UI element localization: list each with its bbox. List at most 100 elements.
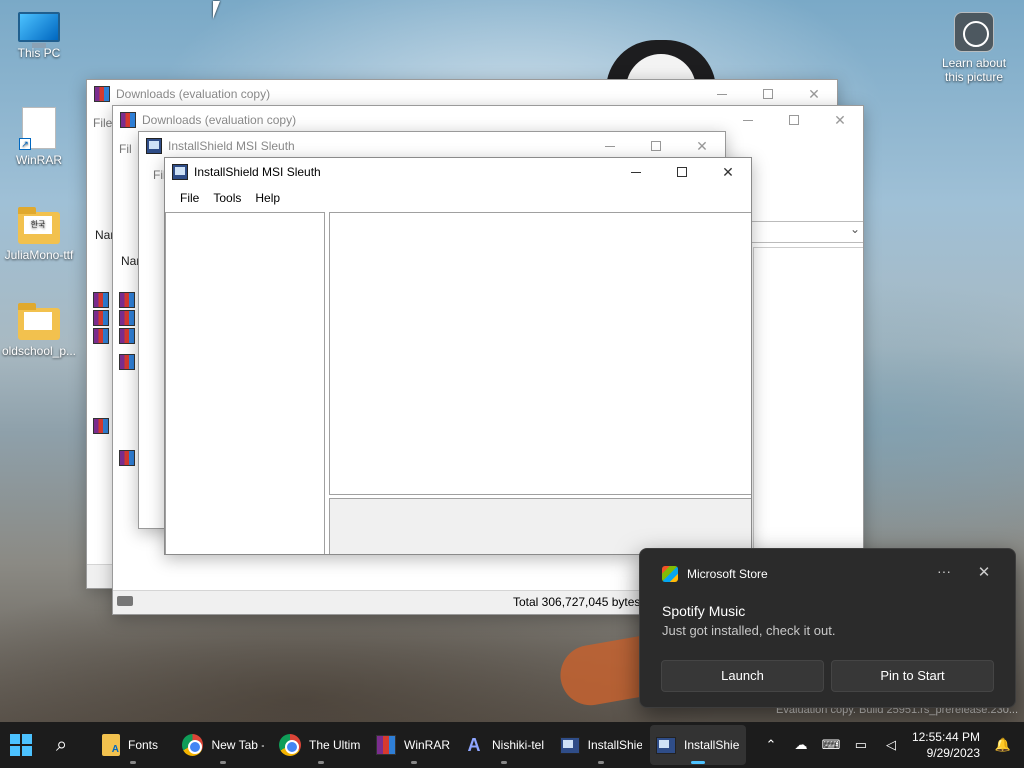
clock[interactable]: 12:55:44 PM 9/29/2023 xyxy=(906,729,988,761)
taskbar-label: Nishiki-tel xyxy=(492,738,544,752)
taskbar-item-new-tab[interactable]: New Tab - xyxy=(176,725,270,765)
taskbar-item-installshield-1[interactable]: InstallShie xyxy=(554,725,648,765)
menu-file[interactable]: File xyxy=(173,191,206,205)
title-bar[interactable]: Downloads (evaluation copy) ✕ xyxy=(113,106,863,134)
notification-toast[interactable]: Microsoft Store ··· ✕ Spotify Music Just… xyxy=(639,548,1016,708)
window-title: Downloads (evaluation copy) xyxy=(142,113,297,127)
title-bar[interactable]: InstallShield MSI Sleuth ✕ xyxy=(165,158,751,186)
detail-pane[interactable] xyxy=(329,212,751,495)
taskbar-label: The Ultim xyxy=(309,738,361,752)
clock-time: 12:55:44 PM xyxy=(911,730,980,744)
window-title: InstallShield MSI Sleuth xyxy=(168,139,295,153)
menu-file[interactable]: Fil xyxy=(119,142,132,156)
minimize-button[interactable] xyxy=(613,158,659,186)
winrar-icon xyxy=(94,86,110,102)
taskbar-item-installshield-2[interactable]: InstallShie xyxy=(650,725,746,765)
maximize-button[interactable] xyxy=(771,106,817,134)
desktop-icon-label: oldschool_p... xyxy=(1,344,77,358)
monitor-icon xyxy=(18,12,60,48)
keyboard-icon[interactable]: ⌨ xyxy=(816,730,846,760)
network-icon[interactable]: ▭ xyxy=(846,730,876,760)
menu-bar: File Tools Help xyxy=(165,186,751,210)
notification-bell-icon[interactable]: 🔔 xyxy=(988,730,1018,760)
microsoft-store-icon xyxy=(662,566,678,582)
desktop-icon-label: This PC xyxy=(17,46,61,60)
chrome-icon xyxy=(182,734,204,756)
taskbar-item-winrar[interactable]: WinRAR xyxy=(370,725,458,765)
toast-app-header: Microsoft Store xyxy=(662,566,768,582)
desktop-icon-juliamono[interactable]: 한국 JuliaMono-ttf xyxy=(1,207,77,262)
winrar-icon xyxy=(119,292,135,308)
winrar-icon xyxy=(119,354,135,370)
desktop-icon-label: WinRAR xyxy=(15,153,62,167)
shortcut-document-icon: ↗ xyxy=(19,107,56,150)
status-text: Total 306,727,045 bytes i xyxy=(513,595,647,609)
system-tray: ⌃ ☁ ⌨ ▭ ◁ 12:55:44 PM 9/29/2023 🔔 xyxy=(756,722,1024,768)
taskbar-item-fonts[interactable]: A Fonts xyxy=(96,725,170,765)
window-title: Downloads (evaluation copy) xyxy=(116,87,271,101)
close-button[interactable]: ✕ xyxy=(705,158,751,186)
taskbar-label: InstallShie xyxy=(684,738,740,752)
taskbar-label: InstallShie xyxy=(587,738,642,752)
desktop-icon-this-pc[interactable]: This PC xyxy=(1,12,77,60)
installshield-window-main[interactable]: InstallShield MSI Sleuth ✕ File Tools He… xyxy=(164,157,752,555)
search-icon: ⌕ xyxy=(56,733,68,756)
winrar-icon xyxy=(119,450,135,466)
maximize-button[interactable] xyxy=(745,80,791,108)
winrar-icon xyxy=(93,310,109,326)
menu-tools[interactable]: Tools xyxy=(206,191,248,205)
desktop-wallpaper: This PC ↗ WinRAR 한국 JuliaMono-ttf oldsch… xyxy=(0,0,1024,722)
volume-muted-icon[interactable]: ◁ xyxy=(876,730,906,760)
menu-file[interactable]: File xyxy=(93,116,112,130)
launch-button[interactable]: Launch xyxy=(661,660,824,692)
winrar-icon xyxy=(376,735,396,755)
learn-about-label: Learn about this picture xyxy=(941,56,1007,84)
desktop-icon-oldschool[interactable]: oldschool_p... xyxy=(1,303,77,358)
onedrive-icon[interactable]: ☁ xyxy=(786,730,816,760)
nishiki-icon: A xyxy=(467,735,481,755)
window-title: InstallShield MSI Sleuth xyxy=(194,165,321,179)
windows-start-icon xyxy=(10,734,32,756)
taskbar-label: WinRAR xyxy=(404,738,451,752)
maximize-button[interactable] xyxy=(659,158,705,186)
address-dropdown[interactable]: ⌄ xyxy=(749,221,863,243)
winrar-icon xyxy=(93,328,109,344)
chevron-up-icon[interactable]: ⌃ xyxy=(756,730,786,760)
installshield-icon xyxy=(172,164,188,180)
close-icon[interactable]: ✕ xyxy=(972,563,996,585)
search-button[interactable]: ⌕ xyxy=(50,725,73,765)
installshield-icon xyxy=(560,736,580,754)
drive-icon xyxy=(117,596,133,606)
info-pane xyxy=(329,498,751,554)
winrar-icon xyxy=(119,328,135,344)
installshield-icon xyxy=(656,736,676,754)
desktop-icon-winrar[interactable]: ↗ WinRAR xyxy=(1,107,77,167)
learn-about-picture[interactable]: Learn about this picture xyxy=(936,12,1012,84)
winrar-icon xyxy=(120,112,136,128)
taskbar-item-nishiki[interactable]: A Nishiki-tel xyxy=(458,725,550,765)
folder-icon: 한국 xyxy=(18,207,60,244)
minimize-button[interactable] xyxy=(699,80,745,108)
taskbar-label: Fonts xyxy=(128,738,159,752)
winrar-icon xyxy=(119,310,135,326)
winrar-icon xyxy=(93,292,109,308)
minimize-button[interactable] xyxy=(587,132,633,160)
tree-pane[interactable] xyxy=(165,212,325,554)
close-button[interactable]: ✕ xyxy=(817,106,863,134)
minimize-button[interactable] xyxy=(725,106,771,134)
folder-icon xyxy=(18,303,60,340)
installshield-icon xyxy=(146,138,162,154)
winrar-icon xyxy=(93,418,109,434)
more-options-icon[interactable]: ··· xyxy=(932,563,956,585)
start-button[interactable] xyxy=(4,725,38,765)
title-bar[interactable]: Downloads (evaluation copy) ✕ xyxy=(87,80,837,108)
close-button[interactable]: ✕ xyxy=(679,132,725,160)
file-list-pane xyxy=(753,247,863,587)
maximize-button[interactable] xyxy=(633,132,679,160)
taskbar-item-the-ultimate[interactable]: The Ultim xyxy=(273,725,369,765)
title-bar[interactable]: InstallShield MSI Sleuth ✕ xyxy=(139,132,725,160)
pin-to-start-button[interactable]: Pin to Start xyxy=(831,660,994,692)
menu-help[interactable]: Help xyxy=(248,191,287,205)
close-button[interactable]: ✕ xyxy=(791,80,837,108)
folder-fonts-icon: A xyxy=(102,734,120,756)
